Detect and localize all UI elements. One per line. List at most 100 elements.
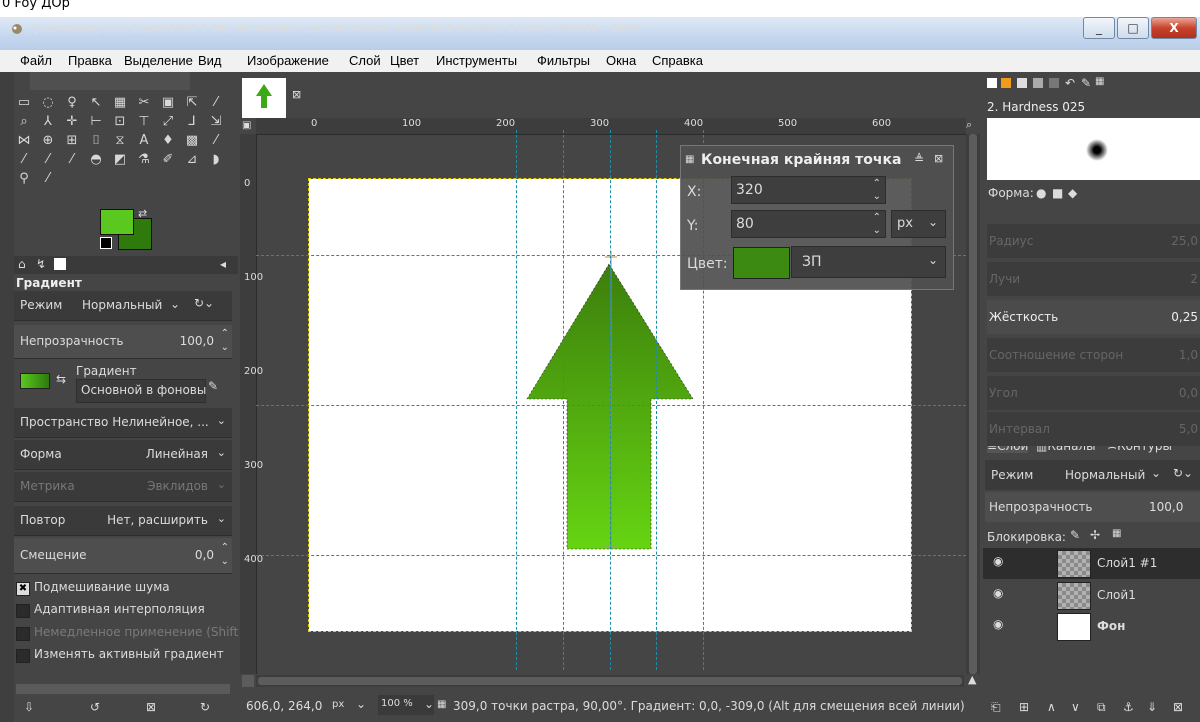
modify-active-checkbox[interactable]	[16, 649, 30, 663]
layer-row[interactable]: ◉ Фон	[983, 611, 1200, 642]
tool-icon[interactable]: ✐	[160, 152, 176, 168]
space-chevron-icon[interactable]: ⌄	[217, 414, 226, 427]
lock-position-icon[interactable]: ✢	[1090, 528, 1100, 542]
tool-icon[interactable]: ⁄	[208, 95, 224, 111]
status-unit[interactable]: px	[332, 699, 344, 710]
tool-icon[interactable]: ⁄	[40, 152, 56, 168]
tool-icon[interactable]: ⧖	[112, 133, 128, 149]
tool-icon[interactable]: ⇱	[184, 95, 200, 111]
reset-options-icon[interactable]: ↻	[200, 700, 210, 714]
navigate-icon[interactable]: ▲	[968, 673, 976, 686]
zoom-chevron-icon[interactable]: ⌄	[424, 697, 434, 711]
offset-spin-icon[interactable]: ⌃ ⌄	[221, 541, 229, 569]
menu-layer[interactable]: Слой	[349, 53, 381, 68]
layer-mode-reset-icon[interactable]: ↻⌄	[1173, 466, 1193, 480]
maximize-button[interactable]: □	[1117, 17, 1149, 39]
menu-color[interactable]: Цвет	[390, 53, 419, 68]
save-options-icon[interactable]: ⇩	[24, 700, 34, 714]
lock-pixels-icon[interactable]: ✎	[1070, 528, 1080, 542]
menu-help[interactable]: Справка	[652, 53, 703, 68]
tool-options-tab-icon[interactable]: ⌂	[18, 257, 26, 271]
default-colors-icon[interactable]	[100, 237, 112, 249]
gradient-select[interactable]: Основной в фоновы	[76, 379, 206, 403]
menu-view[interactable]: Вид	[198, 53, 222, 68]
layer-mode-chevron-icon[interactable]: ⌄	[1151, 466, 1161, 480]
gradients-tab-icon[interactable]: ▦	[1095, 76, 1104, 87]
tool-icon[interactable]: ▦	[112, 95, 128, 111]
guide-horizontal[interactable]	[256, 555, 966, 556]
dither-checkbox[interactable]: ✖	[16, 582, 30, 596]
tool-icon[interactable]: ⁄	[40, 171, 56, 187]
unit-chevron-icon[interactable]: ⌄	[928, 215, 938, 229]
tool-icon[interactable]: ♦	[160, 133, 176, 149]
adaptive-checkbox[interactable]	[16, 604, 30, 618]
menu-edit[interactable]: Правка	[68, 53, 112, 68]
x-spin-icon[interactable]: ⌃ ⌄	[873, 177, 881, 203]
raise-layer-icon[interactable]: ∧	[1047, 700, 1056, 714]
lower-layer-icon[interactable]: ∨	[1071, 700, 1080, 714]
dock-menu-icon[interactable]: ◂	[220, 257, 226, 271]
anchor-layer-icon[interactable]: ⚓	[1123, 700, 1134, 714]
restore-options-icon[interactable]: ↺	[90, 700, 100, 714]
new-layer-icon[interactable]: ⎗	[991, 700, 1001, 715]
delete-options-icon[interactable]: ⊠	[146, 700, 156, 714]
menu-file[interactable]: Файл	[20, 53, 52, 68]
tool-icon[interactable]: ⊢	[88, 114, 104, 130]
minimize-button[interactable]: _	[1083, 17, 1115, 39]
brush-prop-slider[interactable]: Соотношение сторон 1,0	[987, 338, 1200, 372]
gradient-preview[interactable]	[20, 373, 50, 389]
images-tab-icon[interactable]	[54, 258, 66, 270]
merge-layer-icon[interactable]: ⇓	[1147, 700, 1157, 714]
shape-chevron-icon[interactable]: ⌄	[217, 446, 226, 459]
new-group-icon[interactable]: ⊞	[1019, 700, 1029, 714]
x-input[interactable]: 320 ⌃ ⌄	[731, 176, 886, 204]
shape-square-icon[interactable]: ■	[1052, 186, 1063, 200]
image-tab-thumbnail[interactable]	[242, 78, 286, 118]
quick-mask-icon[interactable]: ▣	[242, 120, 251, 131]
zoom-to-fit-icon[interactable]: ⌕	[966, 118, 972, 132]
brush-prop-slider[interactable]: Лучи 2	[987, 262, 1200, 296]
close-button[interactable]: X	[1151, 17, 1197, 39]
guide-vertical[interactable]	[516, 130, 517, 670]
device-status-tab-icon[interactable]: ↯	[36, 257, 46, 271]
brushes-tab-icon[interactable]	[987, 78, 997, 88]
close-dialog-icon[interactable]: ⊠	[934, 152, 943, 165]
layer-mode-row[interactable]: Режим Нормальный ⌄ ↻⌄	[985, 460, 1200, 490]
horizontal-scrollbar-thumb[interactable]	[258, 677, 962, 685]
layer-row[interactable]: ◉ Слой1	[983, 580, 1200, 611]
space-row[interactable]: Пространство Нелинейное, ... ⌄	[14, 408, 232, 438]
layer-name[interactable]: Фон	[1097, 619, 1125, 633]
visibility-eye-icon[interactable]: ◉	[993, 554, 1003, 568]
left-scrollbar[interactable]	[16, 684, 230, 694]
tool-icon[interactable]: ◓	[88, 152, 104, 168]
repeat-row[interactable]: Повтор Нет, расширить ⌄	[14, 506, 232, 536]
foreground-color-swatch[interactable]	[100, 209, 134, 235]
tool-icon[interactable]: ⇲	[208, 114, 224, 130]
brush-prop-slider[interactable]: Жёсткость 0,25	[987, 300, 1200, 334]
tool-icon[interactable]: ⋈	[16, 133, 32, 149]
tool-icon[interactable]: ◗	[208, 152, 224, 168]
visibility-eye-icon[interactable]: ◉	[993, 586, 1003, 600]
mode-value[interactable]: Нормальный	[82, 298, 162, 312]
tool-icon[interactable]: ⤢	[160, 114, 176, 130]
endpoint-color-swatch[interactable]	[733, 247, 790, 279]
duplicate-layer-icon[interactable]: ⧉	[1097, 700, 1106, 715]
shape-diamond-icon[interactable]: ◆	[1068, 186, 1077, 200]
tool-icon[interactable]: ▭	[16, 95, 32, 111]
menu-tools[interactable]: Инструменты	[436, 53, 517, 68]
tool-icon[interactable]: ▩	[184, 133, 200, 149]
tool-icon[interactable]: ⁄	[208, 133, 224, 149]
undo-history-tab-icon[interactable]: ↶	[1065, 76, 1075, 90]
layer-name[interactable]: Слой1	[1097, 588, 1136, 602]
tool-icon[interactable]: ⊿	[184, 152, 200, 168]
color-type-select[interactable]: ЗП ⌄	[791, 246, 946, 278]
tool-icon[interactable]: ⌷	[88, 133, 104, 149]
menu-select[interactable]: Выделение	[124, 53, 193, 68]
reset-mode-icon[interactable]: ↻⌄	[194, 296, 214, 310]
tool-icon[interactable]: ◩	[112, 152, 128, 168]
y-spin-icon[interactable]: ⌃ ⌄	[873, 211, 881, 237]
guide-vertical[interactable]	[656, 130, 657, 670]
brush-prop-slider[interactable]: Интервал 5,0	[987, 412, 1200, 446]
opacity-spin-icon[interactable]: ⌃ ⌄	[221, 327, 229, 355]
templates-tab-icon[interactable]	[1049, 78, 1059, 88]
